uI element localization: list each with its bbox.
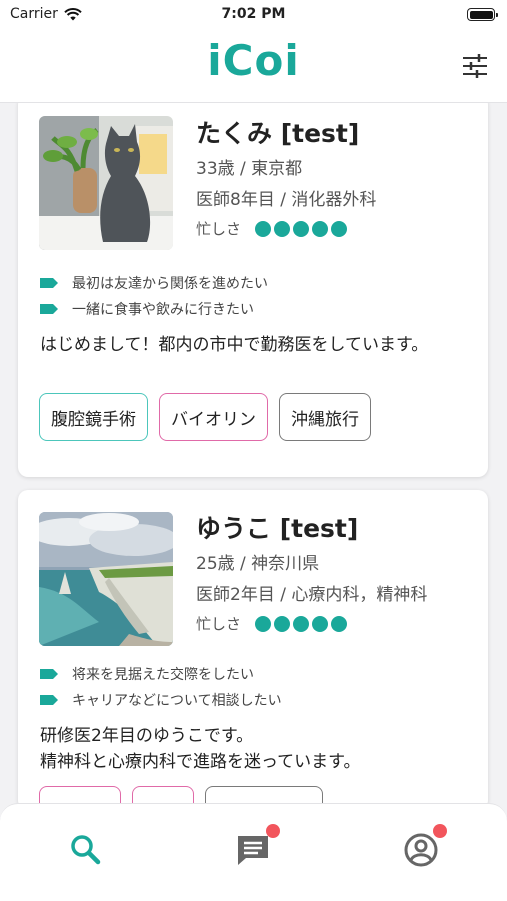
- tag-icon: [40, 669, 58, 679]
- purpose-text: 将来を見据えた交際をしたい: [72, 667, 254, 683]
- tag-icon: [40, 695, 58, 705]
- interest-tag[interactable]: バイオリン: [159, 393, 268, 441]
- profile-photo-cat: [39, 116, 173, 250]
- status-bar: Carrier 7:02 PM: [0, 0, 507, 30]
- interest-tag[interactable]: 沖縄旅行: [279, 393, 371, 441]
- busy-dot: [255, 615, 272, 632]
- interest-tag[interactable]: [205, 786, 323, 803]
- busy-dots: [255, 220, 348, 237]
- interest-tags: 腹腔鏡手術 バイオリン 沖縄旅行: [39, 393, 371, 441]
- profile-card[interactable]: ゆうこ [test] 25歳 / 神奈川県 医師2年目 / 心療内科，精神科 忙…: [18, 490, 488, 803]
- busy-dot: [293, 220, 310, 237]
- busy-dot: [274, 220, 291, 237]
- filter-settings-icon[interactable]: [461, 52, 489, 80]
- profile-job: 医師8年目 / 消化器外科: [196, 190, 377, 210]
- profile-job: 医師2年目 / 心療内科，精神科: [196, 585, 428, 605]
- profile-info: ゆうこ [test] 25歳 / 神奈川県 医師2年目 / 心療内科，精神科 忙…: [196, 512, 427, 634]
- profile-age-location: 25歳 / 神奈川県: [196, 554, 320, 574]
- profile-intro-line: 精神科と心療内科で進路を迷っています。: [40, 752, 361, 772]
- busy-dot: [274, 615, 291, 632]
- tab-messages[interactable]: [234, 824, 280, 870]
- profile-photo-coast: [39, 512, 173, 646]
- tab-search[interactable]: [66, 830, 106, 870]
- profile-age-location: 33歳 / 東京都: [196, 159, 303, 179]
- purpose-text: 一緒に食事や飲みに行きたい: [72, 302, 254, 318]
- battery-icon: [467, 8, 498, 21]
- profile-intro: はじめまして！都内の市中で勤務医をしています。: [40, 335, 429, 355]
- profile-card[interactable]: たくみ [test] 33歳 / 東京都 医師8年目 / 消化器外科 忙しさ 最…: [18, 103, 488, 477]
- purpose-item: 一緒に食事や飲みに行きたい: [40, 296, 268, 322]
- interest-tag[interactable]: 腹腔鏡手術: [39, 393, 148, 441]
- busy-dot: [312, 615, 329, 632]
- purpose-text: 最初は友達から関係を進めたい: [72, 276, 268, 292]
- purpose-item: 最初は友達から関係を進めたい: [40, 270, 268, 296]
- app-header: iCoi: [0, 30, 507, 103]
- search-icon: [71, 835, 101, 865]
- busy-dot: [312, 220, 329, 237]
- status-time: 7:02 PM: [221, 6, 286, 22]
- purpose-list: 最初は友達から関係を進めたい 一緒に食事や飲みに行きたい: [40, 270, 268, 322]
- interest-tags: [39, 786, 323, 803]
- busy-rating: 忙しさ: [196, 613, 427, 634]
- busy-dot: [331, 220, 348, 237]
- purpose-text: キャリアなどについて相談したい: [72, 693, 282, 709]
- purpose-item: キャリアなどについて相談したい: [40, 687, 282, 713]
- busy-dot: [331, 615, 348, 632]
- busy-dot: [255, 220, 272, 237]
- busy-dot: [293, 615, 310, 632]
- profile-name: ゆうこ [test]: [196, 514, 359, 543]
- busy-label: 忙しさ: [196, 220, 242, 238]
- profile-intro: 研修医2年目のゆうこです。 精神科と心療内科で進路を迷っています。: [40, 723, 450, 775]
- profile-feed[interactable]: たくみ [test] 33歳 / 東京都 医師8年目 / 消化器外科 忙しさ 最…: [0, 103, 507, 803]
- tag-icon: [40, 278, 58, 288]
- notification-badge: [266, 824, 280, 838]
- profile-intro-line: 研修医2年目のゆうこです。: [40, 726, 254, 746]
- purpose-list: 将来を見据えた交際をしたい キャリアなどについて相談したい: [40, 661, 282, 713]
- notification-badge: [433, 824, 447, 838]
- interest-tag[interactable]: [39, 786, 121, 803]
- interest-tag[interactable]: [132, 786, 194, 803]
- busy-rating: 忙しさ: [196, 218, 376, 239]
- busy-dots: [255, 615, 348, 632]
- tag-icon: [40, 304, 58, 314]
- tab-bar: [0, 803, 507, 901]
- purpose-item: 将来を見据えた交際をしたい: [40, 661, 282, 687]
- busy-label: 忙しさ: [196, 615, 242, 633]
- profile-name: たくみ [test]: [196, 119, 360, 148]
- profile-info: たくみ [test] 33歳 / 東京都 医師8年目 / 消化器外科 忙しさ: [196, 117, 376, 239]
- app-logo: iCoi: [207, 36, 300, 85]
- tab-profile[interactable]: [401, 824, 447, 870]
